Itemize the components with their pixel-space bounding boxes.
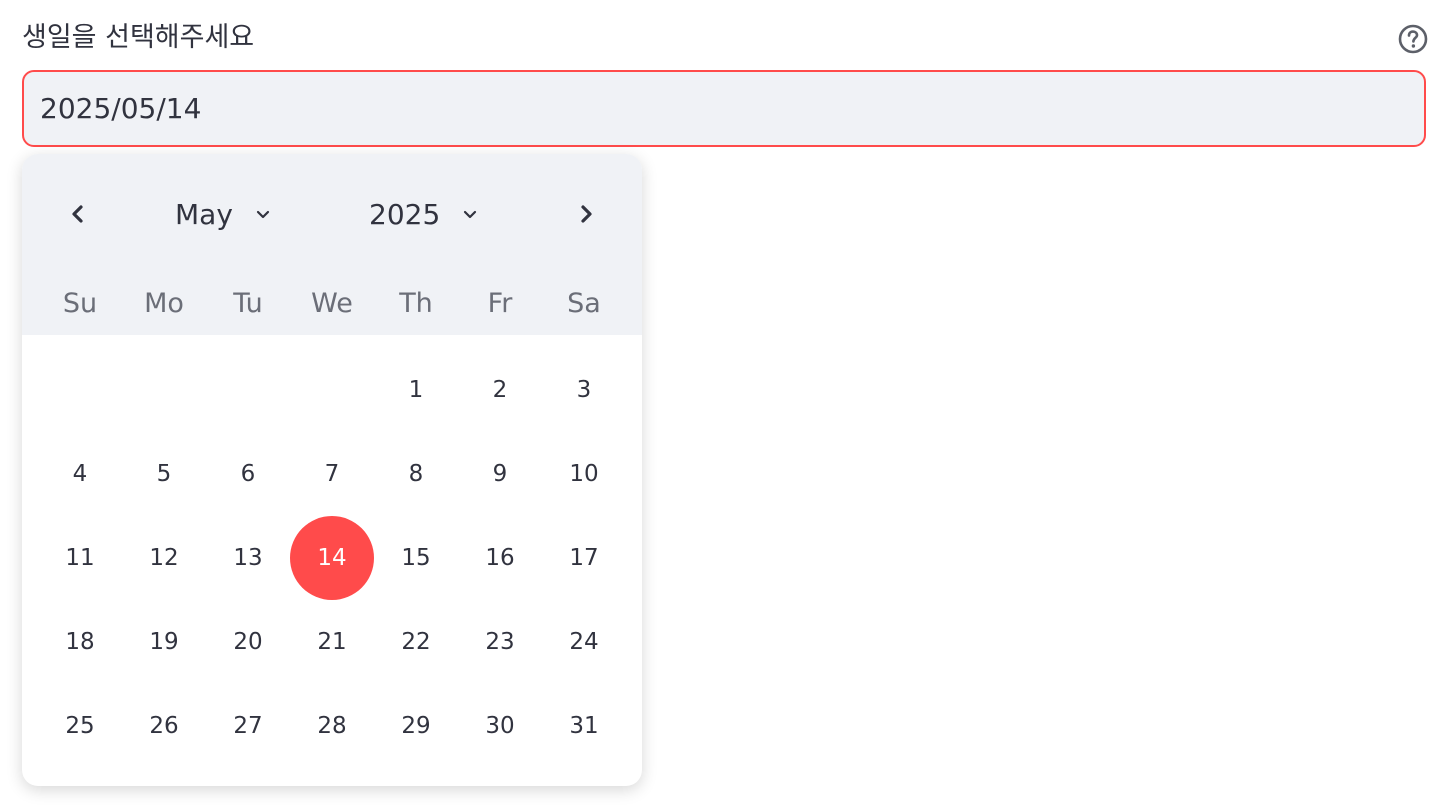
weekday-label: Su [62,288,98,319]
month-select[interactable]: May [175,192,271,236]
day-cell-empty [38,348,122,432]
date-input-value: 2025/05/14 [40,92,202,125]
day-cell-empty [206,348,290,432]
question-circle-icon[interactable] [1397,23,1429,55]
day-cell[interactable]: 31 [542,684,626,768]
day-cell[interactable]: 7 [290,432,374,516]
day-cell-empty [122,348,206,432]
day-cell[interactable]: 27 [206,684,290,768]
calendar-header: May 2025 Su Mo Tu We Th Fr Sa [22,154,642,335]
chevron-down-icon [462,206,478,222]
weekday-label: Sa [567,288,601,319]
day-cell[interactable]: 2 [458,348,542,432]
day-cell[interactable]: 17 [542,516,626,600]
day-cell[interactable]: 20 [206,600,290,684]
day-cell[interactable]: 23 [458,600,542,684]
day-cell[interactable]: 22 [374,600,458,684]
next-month-button[interactable] [568,196,604,232]
year-select[interactable]: 2025 [369,192,478,236]
weekday-label: We [311,288,353,319]
weekday-label: Mo [144,288,184,319]
day-cell[interactable]: 29 [374,684,458,768]
day-cell[interactable]: 8 [374,432,458,516]
day-cell[interactable]: 18 [38,600,122,684]
day-grid: 1 2 3 4 5 6 7 8 9 10 11 12 13 14 15 16 17 18 19 20 21 22 23 24 2… [38,348,626,768]
day-cell[interactable]: 24 [542,600,626,684]
day-cell[interactable]: 15 [374,516,458,600]
day-cell[interactable]: 25 [38,684,122,768]
day-cell[interactable]: 5 [122,432,206,516]
field-label: 생일을 선택해주세요 [22,22,255,53]
day-cell-empty [290,348,374,432]
day-cell-selected[interactable]: 14 [290,516,374,600]
date-input[interactable]: 2025/05/14 [22,70,1426,147]
year-select-value: 2025 [369,197,441,231]
weekday-label: Tu [233,288,263,319]
day-cell[interactable]: 28 [290,684,374,768]
day-cell[interactable]: 11 [38,516,122,600]
day-cell[interactable]: 3 [542,348,626,432]
day-cell[interactable]: 9 [458,432,542,516]
day-cell[interactable]: 10 [542,432,626,516]
month-select-value: May [175,197,233,231]
chevron-down-icon [255,206,271,222]
day-cell[interactable]: 4 [38,432,122,516]
day-cell[interactable]: 12 [122,516,206,600]
day-cell[interactable]: 30 [458,684,542,768]
day-cell[interactable]: 1 [374,348,458,432]
weekday-row: Su Mo Tu We Th Fr Sa [38,284,626,324]
calendar-popover: May 2025 Su Mo Tu We Th Fr Sa 123456789 [22,154,642,786]
weekday-label: Fr [487,288,513,319]
chevron-right-icon [581,205,592,223]
day-cell[interactable]: 6 [206,432,290,516]
day-cell[interactable]: 19 [122,600,206,684]
day-cell[interactable]: 26 [122,684,206,768]
weekday-label: Th [399,288,433,319]
prev-month-button[interactable] [60,196,96,232]
day-cell[interactable]: 16 [458,516,542,600]
day-cell[interactable]: 13 [206,516,290,600]
day-cell[interactable]: 21 [290,600,374,684]
chevron-left-icon [72,205,83,223]
